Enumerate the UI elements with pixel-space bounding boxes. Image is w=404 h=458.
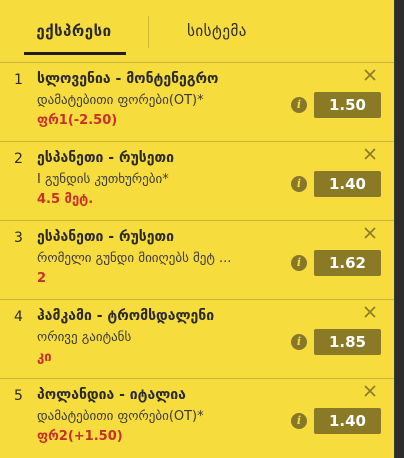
odds-button[interactable]: 1.62	[314, 250, 381, 276]
bet-item: 5 პოლანდია - იტალია დამატებითი ფორები(OT…	[0, 378, 394, 457]
bet-selection: კი	[37, 350, 52, 365]
bet-number: 1	[14, 72, 23, 88]
bet-match: ჰამკამი - ტრომსდალენი	[37, 308, 215, 324]
close-icon[interactable]	[362, 304, 378, 320]
bet-selection: ფრ2(+1.50)	[37, 429, 123, 444]
betslip-tabs: ექსპრესი სისტემა	[0, 0, 394, 62]
close-icon[interactable]	[362, 383, 378, 399]
bet-selection: 4.5 მეტ.	[37, 192, 94, 207]
bet-market: დამატებითი ფორები(OT)*	[37, 93, 204, 108]
bet-selection: 2	[37, 271, 47, 286]
odds-button[interactable]: 1.40	[314, 408, 381, 434]
info-icon[interactable]: i	[291, 413, 307, 429]
close-icon[interactable]	[362, 146, 378, 162]
bet-item: 2 ესპანეთი - რუსეთი I გუნდის კუთხურები* …	[0, 141, 394, 220]
close-icon[interactable]	[362, 225, 378, 241]
bet-match: ესპანეთი - რუსეთი	[37, 229, 174, 245]
bet-match: პოლანდია - იტალია	[37, 387, 186, 403]
bet-item: 4 ჰამკამი - ტრომსდალენი ორივე გაიტანს კი…	[0, 299, 394, 378]
bet-selection: ფრ1(-2.50)	[37, 113, 118, 128]
bet-match: ესპანეთი - რუსეთი	[37, 150, 174, 166]
info-icon[interactable]: i	[291, 97, 307, 113]
close-icon[interactable]	[362, 67, 378, 83]
bet-market: I გუნდის კუთხურები*	[37, 172, 169, 187]
bet-number: 5	[14, 388, 23, 404]
bet-market: ორივე გაიტანს	[37, 330, 132, 345]
bet-market: რომელი გუნდი მიიღებს მეტ ...	[37, 251, 232, 266]
betslip-panel: ექსპრესი სისტემა 1 სლოვენია - მონტენეგრო…	[0, 0, 395, 458]
odds-button[interactable]: 1.85	[314, 329, 381, 355]
odds-button[interactable]: 1.40	[314, 171, 381, 197]
info-icon[interactable]: i	[291, 255, 307, 271]
odds-button[interactable]: 1.50	[314, 92, 381, 118]
bet-item: 1 სლოვენია - მონტენეგრო დამატებითი ფორებ…	[0, 62, 394, 141]
bet-match: სლოვენია - მონტენეგრო	[37, 71, 219, 87]
bet-number: 3	[14, 230, 23, 246]
scrollbar[interactable]	[395, 0, 404, 458]
info-icon[interactable]: i	[291, 176, 307, 192]
tab-express[interactable]: ექსპრესი	[0, 0, 148, 62]
bet-number: 2	[14, 151, 23, 167]
bet-item: 3 ესპანეთი - რუსეთი რომელი გუნდი მიიღებს…	[0, 220, 394, 299]
info-icon[interactable]: i	[291, 334, 307, 350]
bet-market: დამატებითი ფორები(OT)*	[37, 409, 204, 424]
bet-number: 4	[14, 309, 23, 325]
tab-system[interactable]: სისტემა	[148, 0, 282, 62]
